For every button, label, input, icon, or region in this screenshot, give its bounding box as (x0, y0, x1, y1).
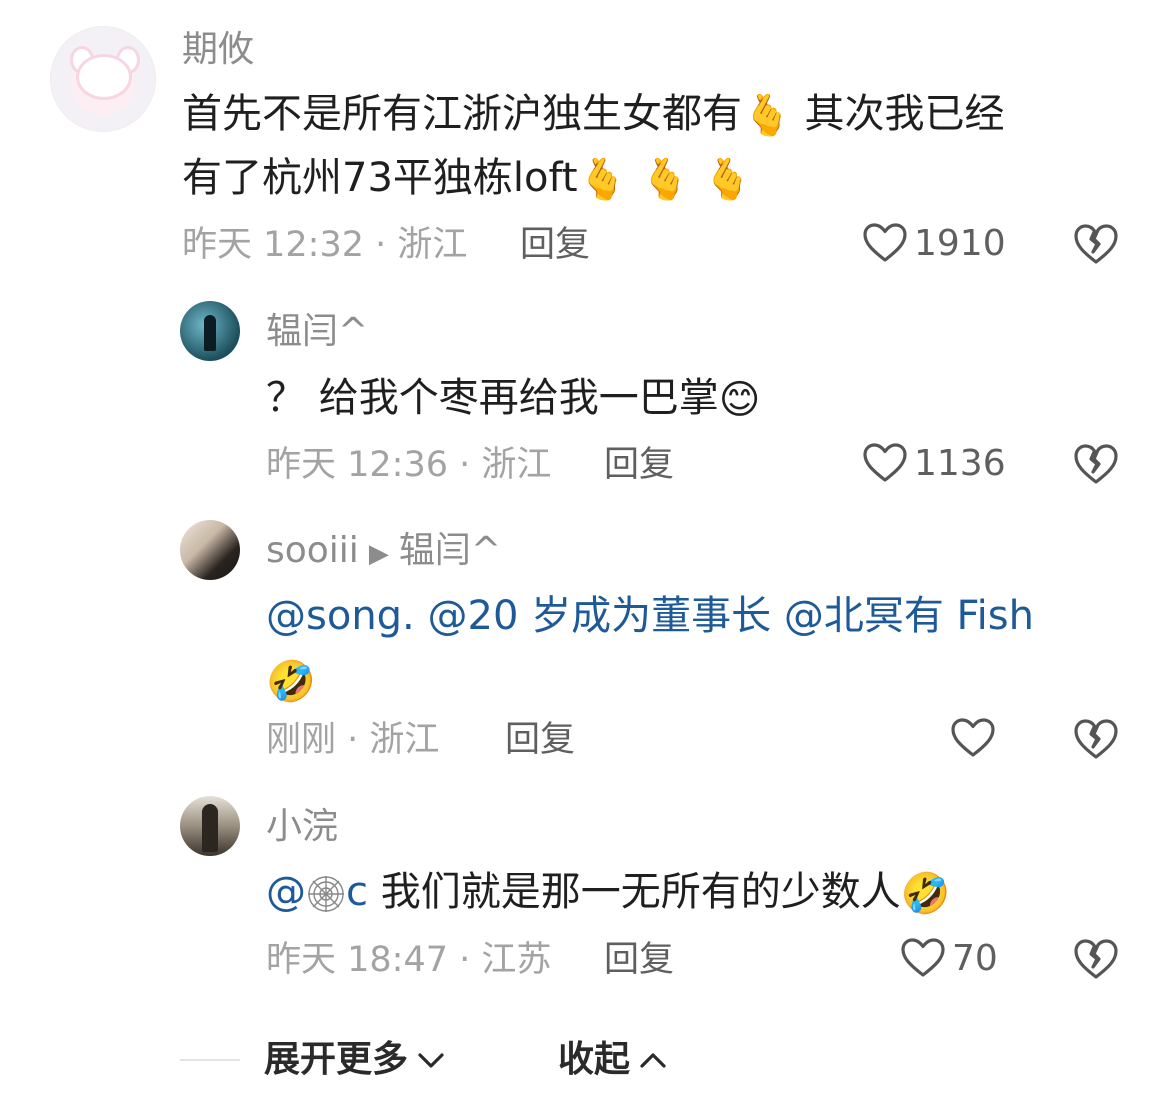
mention-link[interactable]: @ c (266, 869, 368, 915)
broken-heart-icon[interactable] (1072, 222, 1120, 266)
timestamp-location: 昨天 12:32 · 浙江 (182, 225, 468, 265)
mention-link[interactable]: @20 岁成为董事长 (428, 593, 772, 639)
collapse-button[interactable]: 收起 (558, 1038, 668, 1082)
heart-icon (863, 443, 907, 482)
comment-text: ？ 给我个枣再给我一巴掌😊 (266, 375, 761, 423)
smiling-face-emoji: 😊 (718, 377, 761, 423)
reply-button[interactable]: 回复 (604, 443, 674, 487)
reply-button[interactable]: 回复 (604, 938, 674, 982)
like-button[interactable]: 1136 (862, 442, 1006, 484)
reply-button[interactable]: 回复 (505, 718, 575, 762)
heart-icon (901, 938, 945, 977)
commenter-name[interactable]: 辒闫^ (266, 310, 368, 354)
heart-icon (863, 223, 907, 262)
like-count: 1136 (914, 442, 1006, 484)
like-count: 70 (952, 937, 998, 979)
like-button[interactable]: 1910 (862, 222, 1006, 264)
rofl-emoji: 🤣 (900, 871, 951, 917)
comment-text: 首先不是所有江浙沪独生女都有🫰 其次我已经 有了杭州73平独栋loft🫰 🫰 🫰 (182, 91, 1005, 203)
comment-text: @song. @20 岁成为董事长 @北冥有 Fish 🤣 (266, 584, 1146, 712)
reply-arrow-icon: ▶ (368, 539, 389, 569)
chevron-up-icon (640, 1053, 666, 1068)
avatar[interactable] (180, 301, 240, 361)
avatar[interactable] (50, 26, 156, 132)
like-button[interactable]: 70 (900, 937, 998, 979)
expand-more-button[interactable]: 展开更多 (264, 1038, 446, 1082)
heart-icon (951, 718, 995, 757)
heart-hand-emoji: 🫰 (577, 157, 628, 203)
like-count: 1910 (914, 222, 1006, 264)
commenter-name[interactable]: 期攸 (182, 28, 254, 72)
chevron-down-icon (418, 1053, 444, 1068)
heart-hand-emoji: 🫰 (702, 157, 753, 203)
broken-heart-icon[interactable] (1072, 442, 1120, 486)
avatar[interactable] (180, 796, 240, 856)
reply-to-name[interactable]: 辒闫^ (399, 530, 501, 571)
mention-link[interactable]: @song. (266, 593, 415, 639)
comment-text: @ c 我们就是那一无所有的少数人🤣 (266, 869, 951, 917)
cobweb-icon (308, 876, 344, 912)
timestamp-location: 昨天 12:36 · 浙江 (266, 445, 552, 485)
rofl-emoji: 🤣 (266, 659, 316, 705)
heart-hand-emoji: 🫰 (742, 93, 792, 139)
reply-button[interactable]: 回复 (520, 223, 590, 267)
like-button[interactable] (950, 717, 1002, 759)
commenter-name: sooiii ▶ 辒闫^ (266, 530, 501, 571)
divider (180, 1059, 240, 1061)
avatar[interactable] (180, 520, 240, 580)
timestamp-location: 昨天 18:47 · 江苏 (266, 940, 552, 980)
timestamp-location: 刚刚 · 浙江 (266, 720, 440, 760)
heart-hand-emoji: 🫰 (640, 157, 690, 203)
commenter-name[interactable]: 小浣 (266, 805, 338, 849)
broken-heart-icon[interactable] (1072, 717, 1120, 761)
broken-heart-icon[interactable] (1072, 937, 1120, 981)
mention-link[interactable]: @北冥有 Fish (784, 593, 1034, 639)
